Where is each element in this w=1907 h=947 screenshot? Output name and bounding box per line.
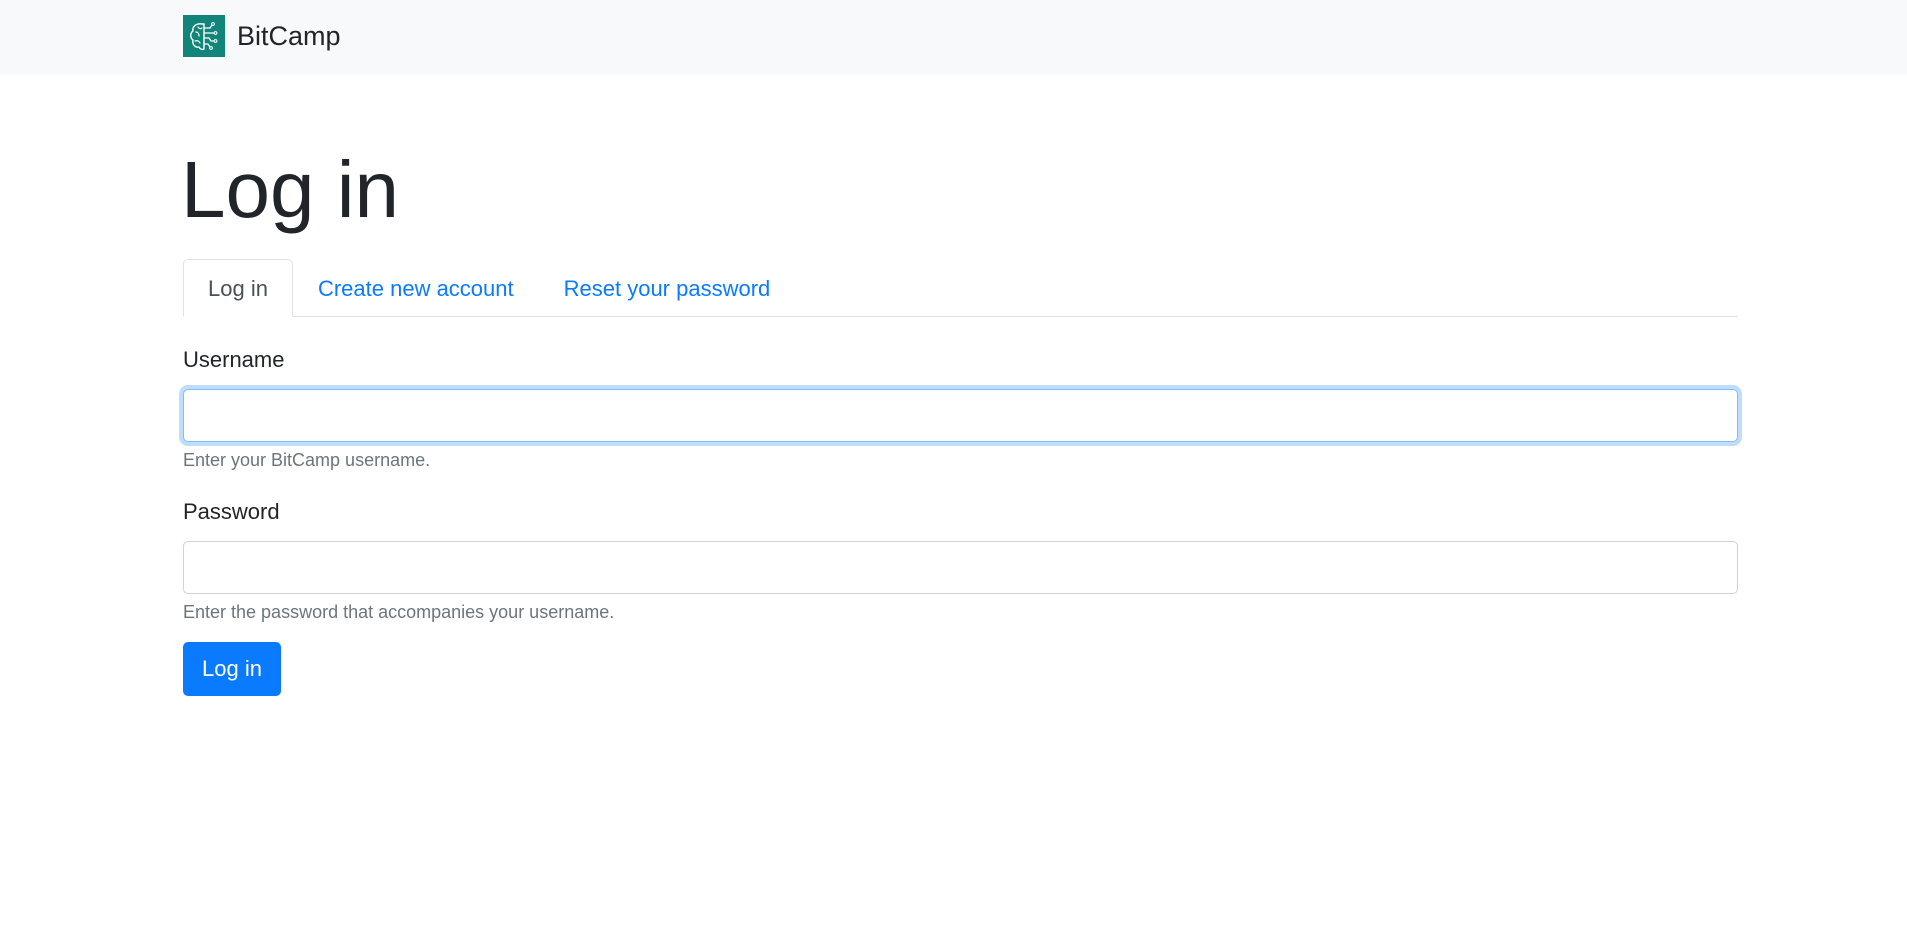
password-help-text: Enter the password that accompanies your… bbox=[183, 602, 615, 622]
log-in-button[interactable]: Log in bbox=[183, 642, 281, 696]
brand-home-link[interactable]: BitCamp bbox=[183, 15, 341, 57]
password-input[interactable] bbox=[183, 541, 1738, 594]
username-label: Username bbox=[183, 347, 285, 372]
tab-reset-password[interactable]: Reset your password bbox=[539, 259, 796, 317]
page-title: Log in bbox=[181, 145, 399, 234]
tab-item-reset: Reset your password bbox=[539, 259, 796, 316]
tab-create-new-account[interactable]: Create new account bbox=[293, 259, 539, 317]
tab-item-login: Log in bbox=[183, 259, 293, 317]
bitcamp-logo-icon bbox=[183, 15, 225, 57]
username-input[interactable] bbox=[183, 389, 1738, 442]
account-tabs: Log in Create new account Reset your pas… bbox=[183, 259, 1738, 317]
password-label: Password bbox=[183, 499, 280, 524]
brand-name: BitCamp bbox=[237, 21, 341, 51]
tab-log-in[interactable]: Log in bbox=[183, 259, 293, 317]
username-help-text: Enter your BitCamp username. bbox=[183, 450, 431, 470]
tab-item-register: Create new account bbox=[293, 259, 539, 316]
top-navbar: BitCamp bbox=[0, 0, 1907, 75]
